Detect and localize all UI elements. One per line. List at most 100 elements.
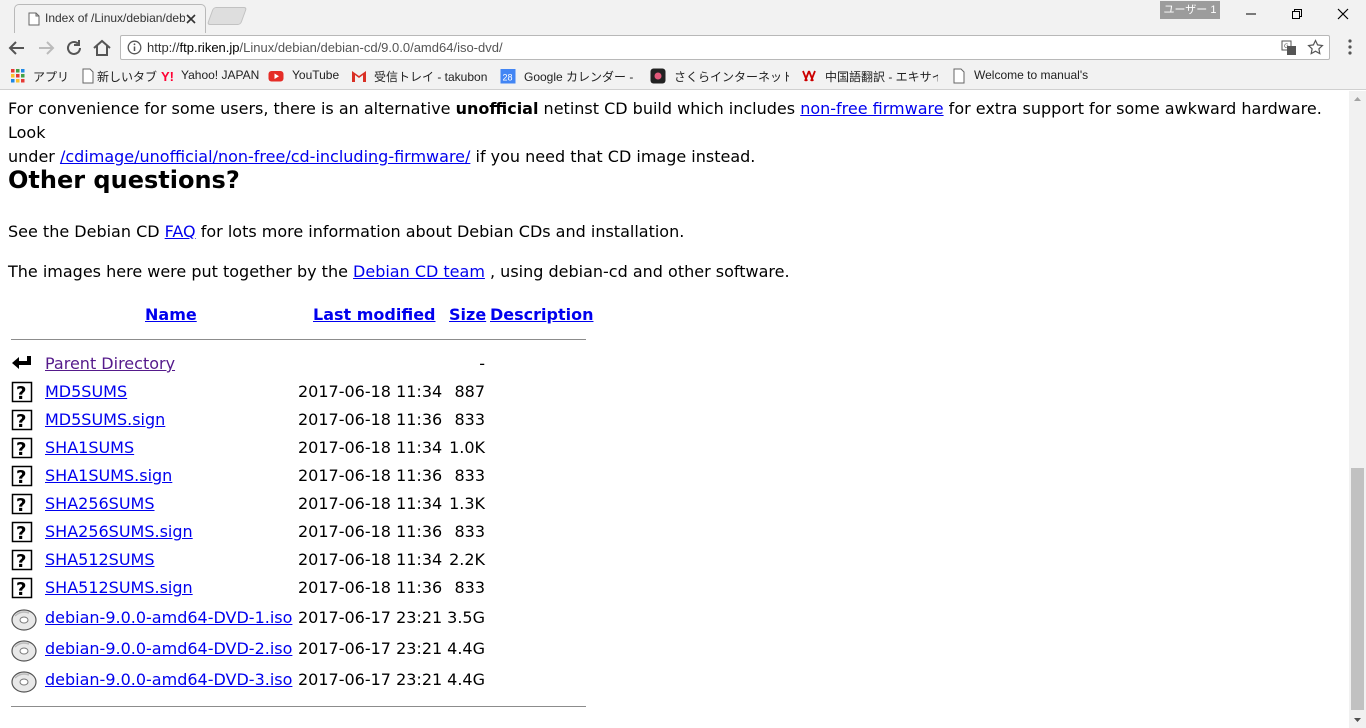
file-link-sha256sums-sign[interactable]: SHA256SUMS.sign: [45, 522, 193, 541]
row-size: 1.0K: [449, 438, 485, 457]
row-date: 2017-06-17 23:21: [298, 670, 443, 689]
cd-including-firmware-link[interactable]: /cdimage/unofficial/non-free/cd-includin…: [60, 147, 470, 166]
row-size: 833: [454, 578, 485, 597]
para2-text-b: for lots more information about Debian C…: [195, 222, 685, 241]
bookmark-sakura[interactable]: さくらインターネットサーバ: [674, 68, 789, 84]
unknown-file-icon: ?: [11, 549, 33, 571]
file-link-md5sums-sign[interactable]: MD5SUMS.sign: [45, 410, 165, 429]
unknown-file-icon: ?: [11, 493, 33, 515]
svg-text:?: ?: [16, 411, 26, 431]
minimize-button[interactable]: [1228, 0, 1274, 28]
home-icon[interactable]: [91, 37, 113, 59]
scroll-down-arrow-icon[interactable]: [1349, 711, 1366, 728]
back-arrow-icon: [12, 356, 31, 369]
restore-button[interactable]: [1274, 0, 1320, 28]
firmware-paragraph: For convenience for some users, there is…: [8, 97, 1338, 169]
menu-icon[interactable]: [1342, 37, 1358, 57]
row-date: 2017-06-18 11:36: [298, 578, 443, 597]
para3-text-a: The images here were put together by the: [8, 262, 354, 281]
file-link-sha1sums-sign[interactable]: SHA1SUMS.sign: [45, 466, 172, 485]
parent-directory-link[interactable]: Parent Directory: [45, 354, 175, 373]
close-icon: [1337, 8, 1349, 20]
reload-icon[interactable]: [63, 37, 85, 59]
faq-link[interactable]: FAQ: [165, 222, 196, 241]
calendar-icon: 28: [500, 69, 516, 84]
svg-text:?: ?: [16, 551, 26, 571]
non-free-firmware-link[interactable]: non-free firmware: [800, 99, 943, 118]
close-window-button[interactable]: [1320, 0, 1366, 28]
info-icon[interactable]: [127, 40, 142, 55]
svg-text:Y!: Y!: [161, 69, 174, 84]
page-icon: [82, 68, 94, 84]
row-size: 2.2K: [449, 550, 485, 569]
unknown-file-icon: ?: [11, 577, 33, 599]
other-questions-heading: Other questions?: [8, 166, 240, 194]
address-bar[interactable]: http://ftp.riken.jp/Linux/debian/debian-…: [120, 35, 1330, 60]
excite-icon: [802, 70, 816, 82]
description-column-header[interactable]: Description: [490, 305, 593, 324]
profile-badge[interactable]: ユーザー 1: [1160, 1, 1220, 19]
forward-icon[interactable]: [35, 37, 57, 59]
file-link-sha512sums[interactable]: SHA512SUMS: [45, 550, 155, 569]
bookmark-manual[interactable]: Welcome to manual's: [974, 68, 1090, 84]
unknown-file-icon: ?: [11, 465, 33, 487]
file-link-md5sums[interactable]: MD5SUMS: [45, 382, 127, 401]
unknown-file-icon: ?: [11, 437, 33, 459]
gmail-icon: [352, 71, 366, 82]
faq-paragraph: See the Debian CD FAQ for lots more info…: [8, 220, 1338, 244]
debian-cd-team-link[interactable]: Debian CD team: [353, 262, 485, 281]
url-scheme: http://: [147, 40, 180, 55]
row-size: 833: [454, 410, 485, 429]
file-link-dvd-1-iso[interactable]: debian-9.0.0-amd64-DVD-1.iso: [45, 608, 292, 627]
row-size: 1.3K: [449, 494, 485, 513]
bookmark-excite[interactable]: 中国語翻訳 - エキサイト: [825, 68, 938, 84]
unknown-file-icon: ?: [11, 521, 33, 543]
svg-text:?: ?: [16, 439, 26, 459]
browser-tab[interactable]: Index of /Linux/debian/debian-cd/9.0.0/a…: [14, 4, 206, 33]
para1-text-a: For convenience for some users, there is…: [8, 99, 456, 118]
close-tab-icon[interactable]: [183, 11, 199, 27]
last-modified-column-header[interactable]: Last modified: [313, 305, 436, 324]
svg-text:?: ?: [16, 383, 26, 403]
scroll-up-arrow-icon[interactable]: [1349, 91, 1366, 108]
bookmark-youtube[interactable]: YouTube: [292, 68, 344, 84]
translate-icon[interactable]: G: [1281, 40, 1297, 56]
row-size: 4.4G: [447, 639, 485, 658]
row-date: 2017-06-18 11:34: [298, 550, 443, 569]
back-icon[interactable]: [6, 37, 28, 59]
para3-text-b: , using debian-cd and other software.: [484, 262, 790, 281]
svg-text:?: ?: [16, 495, 26, 515]
url-text[interactable]: http://ftp.riken.jp/Linux/debian/debian-…: [147, 40, 503, 55]
bookmark-newtab[interactable]: 新しいタブ: [97, 68, 157, 84]
size-column-header[interactable]: Size: [449, 305, 486, 324]
svg-text:G: G: [1284, 43, 1289, 50]
bookmark-calendar[interactable]: Google カレンダー - 20: [524, 68, 634, 84]
url-host: ftp.riken.jp: [179, 40, 240, 55]
para1-text-d: under: [8, 147, 60, 166]
row-date: 2017-06-17 23:21: [298, 608, 443, 627]
svg-text:?: ?: [16, 467, 26, 487]
yahoo-icon: Y!: [161, 69, 174, 84]
name-column-header[interactable]: Name: [145, 305, 197, 324]
tab-strip: Index of /Linux/debian/debian-cd/9.0.0/a…: [0, 0, 1366, 33]
file-link-sha512sums-sign[interactable]: SHA512SUMS.sign: [45, 578, 193, 597]
bookmark-apps[interactable]: アプリ: [33, 68, 78, 84]
bookmark-gmail[interactable]: 受信トレイ - takuboni: [374, 68, 488, 84]
file-link-dvd-2-iso[interactable]: debian-9.0.0-amd64-DVD-2.iso: [45, 639, 292, 658]
file-link-dvd-3-iso[interactable]: debian-9.0.0-amd64-DVD-3.iso: [45, 670, 292, 689]
star-icon[interactable]: [1307, 39, 1324, 56]
new-tab-button[interactable]: [206, 7, 248, 25]
row-date: 2017-06-18 11:36: [298, 522, 443, 541]
unknown-file-icon: ?: [11, 381, 33, 403]
file-link-sha1sums[interactable]: SHA1SUMS: [45, 438, 134, 457]
para2-text-a: See the Debian CD: [8, 222, 165, 241]
svg-text:28: 28: [503, 73, 513, 83]
row-date: 2017-06-18 11:36: [298, 410, 443, 429]
disc-icon: [11, 640, 37, 662]
file-link-sha256sums[interactable]: SHA256SUMS: [45, 494, 155, 513]
row-size: 887: [454, 382, 485, 401]
bookmark-yahoo[interactable]: Yahoo! JAPAN: [181, 68, 261, 84]
scrollbar-thumb[interactable]: [1351, 468, 1364, 710]
row-date: 2017-06-18 11:34: [298, 438, 443, 457]
svg-text:?: ?: [16, 523, 26, 543]
